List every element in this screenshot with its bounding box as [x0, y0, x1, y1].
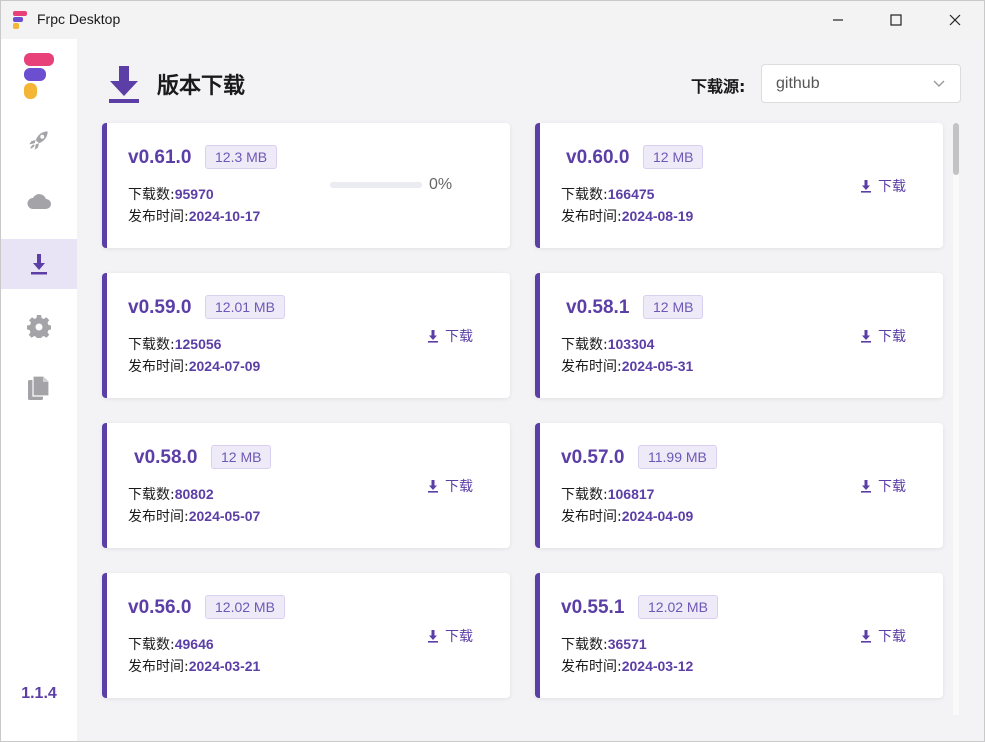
download-icon	[428, 329, 438, 343]
download-icon	[861, 329, 871, 343]
publish-date: 发布时间:2024-03-12	[561, 658, 694, 675]
app-version: 1.1.4	[21, 685, 57, 702]
release-size-badge: 12 MB	[643, 145, 704, 169]
cloud-icon	[27, 194, 51, 209]
release-version: v0.58.0	[134, 447, 198, 468]
publish-date: 发布时间:2024-05-31	[561, 358, 694, 375]
publish-date: 发布时间:2024-10-17	[128, 208, 261, 225]
source-label: 下载源:	[691, 77, 746, 96]
download-count: 下载数:80802	[128, 486, 214, 503]
close-icon	[949, 14, 961, 26]
gear-icon	[27, 315, 51, 338]
release-version: v0.59.0	[128, 297, 192, 318]
minimize-icon	[833, 19, 843, 21]
download-count: 下载数:103304	[561, 336, 655, 353]
publish-date: 发布时间:2024-04-09	[561, 508, 694, 525]
release-card: v0.58.1 12 MB 下载数:103304 发布时间:2024-05-31…	[535, 273, 943, 398]
download-count: 下载数:36571	[561, 636, 647, 653]
rocket-icon	[29, 131, 48, 150]
release-size-badge: 12.02 MB	[638, 595, 718, 619]
source-select[interactable]: github	[761, 64, 961, 103]
download-count: 下载数:106817	[561, 486, 655, 503]
download-icon	[428, 629, 438, 643]
progress-percent: 0%	[429, 176, 453, 193]
release-card: v0.56.0 12.02 MB 下载数:49646 发布时间:2024-03-…	[102, 573, 510, 698]
nav-item-launch[interactable]	[1, 115, 77, 165]
release-version: v0.60.0	[566, 147, 630, 168]
nav-item-cloud[interactable]	[1, 177, 77, 227]
download-button[interactable]: 下载	[860, 326, 906, 346]
minimize-button[interactable]	[809, 1, 867, 39]
download-button[interactable]: 下载	[860, 476, 906, 496]
nav-item-download[interactable]	[1, 239, 77, 289]
download-count: 下载数:95970	[128, 186, 214, 203]
release-version: v0.56.0	[128, 597, 192, 618]
download-header-icon	[109, 66, 139, 103]
download-icon	[861, 629, 871, 643]
download-icon	[428, 479, 438, 493]
download-count: 下载数:49646	[128, 636, 214, 653]
release-version: v0.57.0	[561, 447, 625, 468]
release-version: v0.55.1	[561, 597, 625, 618]
brand-logo-icon	[24, 53, 54, 99]
download-icon	[861, 179, 871, 193]
maximize-button[interactable]	[867, 1, 925, 39]
release-card: v0.58.0 12 MB 下载数:80802 发布时间:2024-05-07 …	[102, 423, 510, 548]
chevron-down-icon	[933, 80, 945, 87]
release-card: v0.57.0 11.99 MB 下载数:106817 发布时间:2024-04…	[535, 423, 943, 548]
download-button[interactable]: 下载	[427, 476, 473, 496]
release-card: v0.55.1 12.02 MB 下载数:36571 发布时间:2024-03-…	[535, 573, 943, 698]
main-content: 版本下载 下载源: github v0.61.0 12.3 MB 下载数:959…	[77, 39, 984, 741]
download-button[interactable]: 下载	[427, 626, 473, 646]
release-card: v0.61.0 12.3 MB 下载数:95970 发布时间:2024-10-1…	[102, 123, 510, 248]
scrollbar-track[interactable]	[953, 123, 959, 715]
page-title: 版本下载	[157, 74, 246, 99]
nav-item-settings[interactable]	[1, 301, 77, 351]
publish-date: 发布时间:2024-05-07	[128, 508, 261, 525]
progress-track	[330, 182, 422, 188]
release-version: v0.58.1	[566, 297, 630, 318]
window-title: Frpc Desktop	[37, 11, 121, 27]
release-size-badge: 12.02 MB	[205, 595, 285, 619]
download-button[interactable]: 下载	[427, 326, 473, 346]
maximize-icon	[890, 14, 902, 26]
sidebar: 1.1.4	[1, 39, 77, 741]
release-size-badge: 11.99 MB	[638, 445, 717, 469]
download-count: 下载数:125056	[128, 336, 222, 353]
download-progress: 0%	[330, 176, 452, 194]
release-version: v0.61.0	[128, 147, 192, 168]
close-button[interactable]	[926, 1, 984, 39]
download-button[interactable]: 下载	[860, 176, 906, 196]
release-card: v0.59.0 12.01 MB 下载数:125056 发布时间:2024-07…	[102, 273, 510, 398]
release-card: v0.60.0 12 MB 下载数:166475 发布时间:2024-08-19…	[535, 123, 943, 248]
download-count: 下载数:166475	[561, 186, 655, 203]
documents-icon	[28, 375, 50, 400]
app-window: Frpc Desktop 1.1.4 版本下载 下载源: github v0.6…	[0, 0, 985, 742]
download-icon	[861, 479, 871, 493]
download-button[interactable]: 下载	[860, 626, 906, 646]
scrollbar-thumb[interactable]	[953, 123, 959, 175]
source-select-value: github	[776, 74, 820, 92]
release-size-badge: 12.01 MB	[205, 295, 285, 319]
publish-date: 发布时间:2024-07-09	[128, 358, 261, 375]
app-logo-icon	[13, 11, 27, 29]
title-bar: Frpc Desktop	[1, 1, 984, 39]
download-icon	[31, 254, 47, 275]
release-size-badge: 12 MB	[211, 445, 272, 469]
release-size-badge: 12.3 MB	[205, 145, 278, 169]
publish-date: 发布时间:2024-08-19	[561, 208, 694, 225]
nav-item-logs[interactable]	[1, 363, 77, 413]
release-size-badge: 12 MB	[643, 295, 704, 319]
publish-date: 发布时间:2024-03-21	[128, 658, 261, 675]
